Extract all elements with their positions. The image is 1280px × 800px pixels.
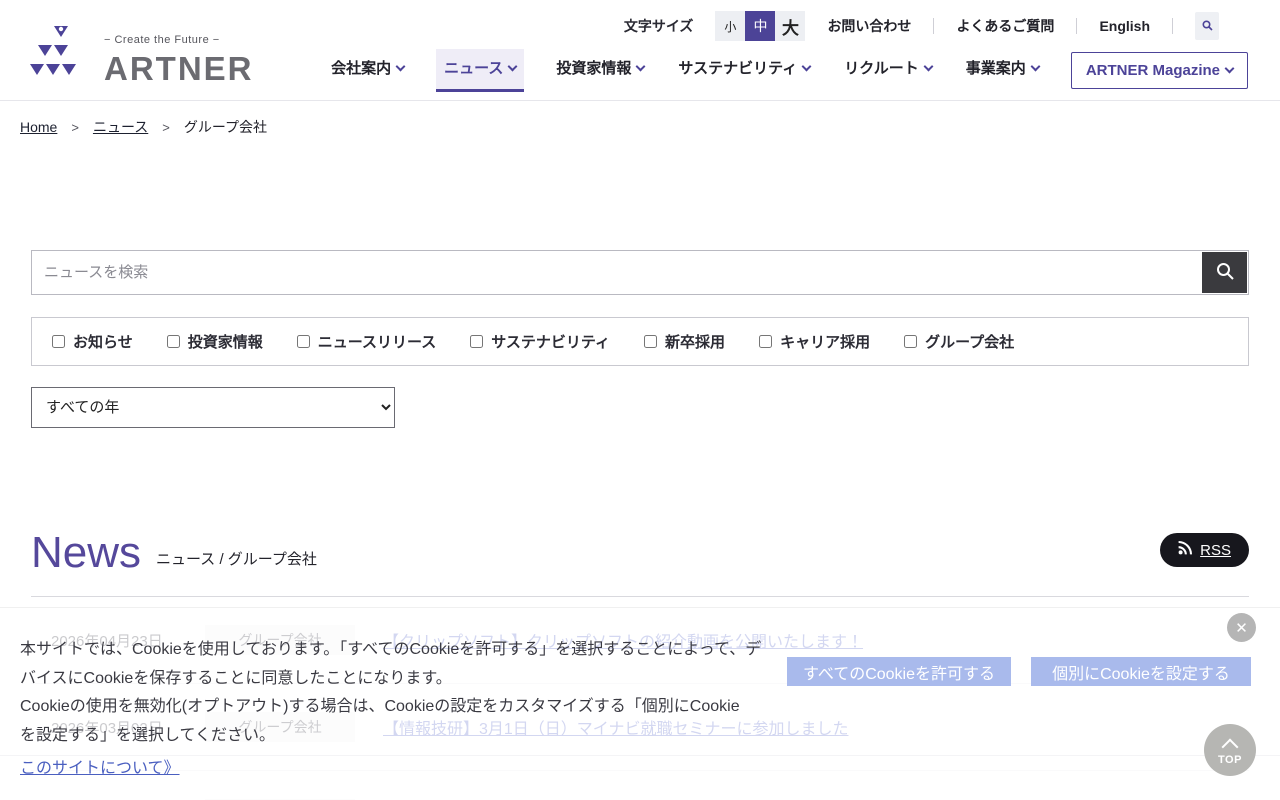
header-search-button[interactable] — [1195, 12, 1219, 40]
checkbox[interactable] — [470, 335, 484, 348]
contact-link[interactable]: お問い合わせ — [827, 16, 911, 36]
nav-item-business[interactable]: 事業案内 — [964, 49, 1041, 92]
news-search-button[interactable] — [1202, 252, 1247, 293]
site-header: − Create the Future − ARTNER 文字サイズ 小 中 大… — [0, 0, 1280, 101]
category-filter-box: お知らせ 投資家情報 ニュースリリース サステナビリティ 新卒採用 キャリア採用… — [31, 317, 1249, 366]
filter-group[interactable]: グループ会社 — [904, 331, 1014, 352]
search-icon — [1201, 18, 1213, 34]
year-select[interactable]: すべての年 — [31, 387, 395, 428]
main-nav: 会社案内 ニュース 投資家情報 サステナビリティ リクルート 事業案内 ARTN… — [329, 49, 1248, 92]
cookie-consent-banner: 本サイトでは、Cookieを使用しております。「すべてのCookieを許可する」… — [0, 608, 1280, 800]
filter-news-release[interactable]: ニュースリリース — [296, 331, 437, 352]
chevron-down-icon — [1030, 61, 1041, 72]
checkbox[interactable] — [644, 335, 658, 348]
font-size-large-button[interactable]: 大 — [775, 11, 806, 41]
divider — [1172, 18, 1173, 34]
breadcrumb-separator: > — [71, 119, 79, 135]
chevron-down-icon — [507, 61, 518, 72]
filter-label: 新卒採用 — [665, 334, 726, 351]
breadcrumb: Home > ニュース > グループ会社 — [0, 101, 1280, 153]
close-icon[interactable]: ✕ — [1227, 613, 1256, 642]
nav-item-label: 会社案内 — [331, 60, 392, 77]
cookie-banner-text: 本サイトでは、Cookieを使用しております。「すべてのCookieを許可する」… — [20, 636, 761, 750]
faq-link[interactable]: よくあるご質問 — [956, 16, 1054, 36]
divider — [933, 18, 935, 34]
site-logo[interactable]: − Create the Future − ARTNER — [30, 24, 254, 85]
rss-button[interactable]: RSS — [1160, 533, 1249, 567]
news-search-bar — [31, 250, 1249, 295]
nav-item-ir[interactable]: 投資家情報 — [554, 49, 646, 92]
nav-item-label: リクルート — [844, 60, 919, 77]
nav-item-recruit[interactable]: リクルート — [842, 49, 934, 92]
english-link[interactable]: English — [1099, 18, 1150, 34]
divider — [1076, 18, 1078, 34]
utility-bar: 文字サイズ 小 中 大 お問い合わせ よくあるご質問 English — [624, 11, 1219, 41]
news-search-input[interactable] — [31, 250, 1249, 295]
cookie-text-line: バイスにCookieを保存することに同意したことになります。 — [20, 669, 452, 687]
nav-item-company[interactable]: 会社案内 — [329, 49, 406, 92]
artner-magazine-button[interactable]: ARTNER Magazine — [1070, 52, 1248, 89]
chevron-up-icon — [1221, 738, 1239, 755]
filter-shinsotsu[interactable]: 新卒採用 — [644, 331, 725, 352]
filter-label: お知らせ — [73, 334, 133, 351]
chevron-down-icon — [801, 61, 812, 72]
logo-name: ARTNER — [104, 50, 254, 87]
back-to-top-button[interactable]: TOP — [1204, 724, 1256, 776]
logo-tagline: − Create the Future − — [104, 34, 220, 46]
filter-label: グループ会社 — [925, 334, 1015, 351]
filter-label: ニュースリリース — [317, 334, 437, 351]
chevron-down-icon — [923, 61, 934, 72]
filter-label: サステナビリティ — [491, 334, 611, 351]
news-heading: News ニュース / グループ会社 RSS — [31, 525, 1249, 575]
filter-ir[interactable]: 投資家情報 — [166, 331, 263, 352]
nav-item-label: ニュース — [444, 60, 504, 77]
page: − Create the Future − ARTNER 文字サイズ 小 中 大… — [0, 0, 1280, 800]
filter-sustainability[interactable]: サステナビリティ — [470, 331, 610, 352]
rss-icon — [1178, 540, 1193, 560]
chevron-down-icon — [395, 61, 406, 72]
cookie-text-line: Cookieの使用を無効化(オプトアウト)する場合は、Cookieの設定をカスタ… — [20, 698, 740, 715]
font-size-small-button[interactable]: 小 — [715, 11, 746, 41]
chevron-down-icon — [635, 61, 646, 72]
nav-item-sustainability[interactable]: サステナビリティ — [676, 49, 812, 92]
page-subtitle: ニュース / グループ会社 — [156, 551, 317, 568]
breadcrumb-news-link[interactable]: ニュース — [93, 117, 148, 137]
font-size-medium-button[interactable]: 中 — [745, 11, 776, 41]
filter-career[interactable]: キャリア採用 — [759, 331, 870, 352]
nav-item-label: 事業案内 — [965, 60, 1026, 77]
checkbox[interactable] — [904, 335, 918, 348]
rss-label: RSS — [1200, 541, 1231, 559]
font-size-label: 文字サイズ — [623, 18, 694, 34]
allow-all-cookies-button[interactable]: すべてのCookieを許可する — [786, 657, 1011, 686]
filter-label: 投資家情報 — [187, 334, 263, 351]
chevron-down-icon — [1224, 63, 1235, 74]
filter-oshirase[interactable]: お知らせ — [52, 331, 133, 352]
search-icon — [1215, 261, 1235, 284]
artner-logo-icon — [30, 24, 92, 85]
cookie-text-line: を設定する」を選択してください。 — [20, 726, 276, 744]
cookie-text-line: 本サイトでは、Cookieを使用しております。「すべてのCookieを許可する」… — [20, 641, 762, 658]
page-title: News — [31, 528, 142, 577]
about-this-site-link[interactable]: このサイトについて》 — [20, 754, 180, 778]
nav-item-news[interactable]: ニュース — [436, 49, 525, 92]
breadcrumb-current: グループ会社 — [183, 119, 268, 135]
checkbox[interactable] — [52, 335, 65, 348]
magazine-label: ARTNER Magazine — [1085, 62, 1220, 79]
nav-item-label: 投資家情報 — [556, 60, 632, 77]
nav-item-label: サステナビリティ — [678, 60, 798, 77]
breadcrumb-home-link[interactable]: Home — [20, 119, 57, 135]
font-size-switcher: 小 中 大 — [715, 11, 806, 41]
customize-cookies-button[interactable]: 個別にCookieを設定する — [1031, 657, 1251, 686]
breadcrumb-separator: > — [162, 119, 170, 135]
checkbox[interactable] — [759, 335, 773, 348]
cookie-banner-actions: すべてのCookieを許可する 個別にCookieを設定する — [786, 657, 1251, 686]
filter-label: キャリア採用 — [780, 334, 871, 351]
checkbox[interactable] — [166, 335, 180, 348]
checkbox[interactable] — [296, 335, 310, 348]
